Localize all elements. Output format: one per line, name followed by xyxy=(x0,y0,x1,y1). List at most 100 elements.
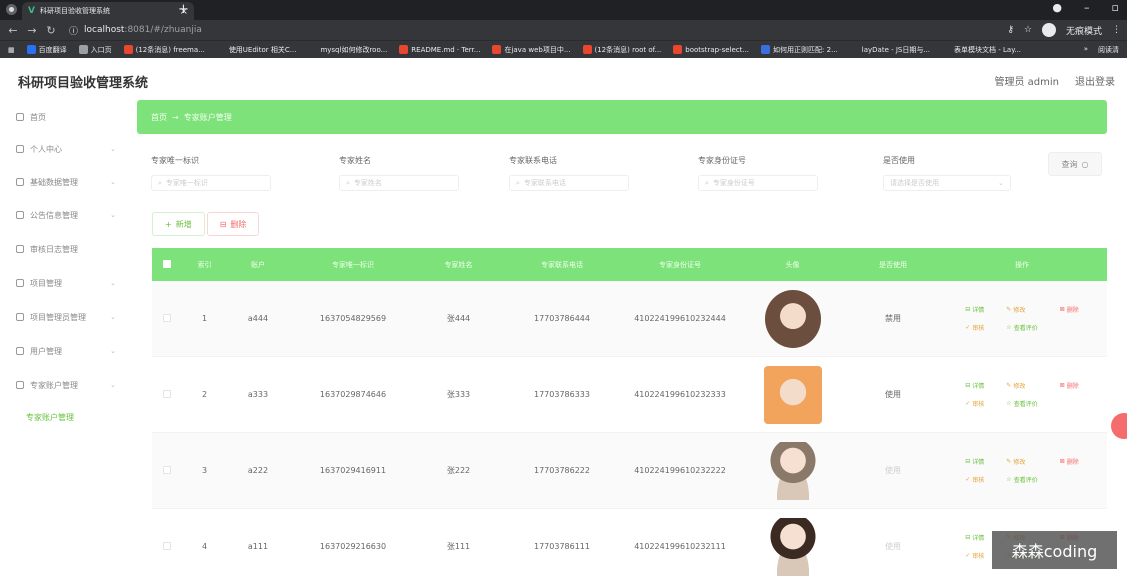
filter-label: 是否使用 xyxy=(883,156,915,165)
address-bar: ← → ↻ ⓘ localhost:8081/#/zhuanjia ⚷ ☆ 无痕… xyxy=(0,20,1127,40)
row-action-button[interactable]: ✓ 审核 xyxy=(965,551,984,560)
row-action-label: 详情 xyxy=(972,307,985,314)
bookmark-label: (12条消息) freema... xyxy=(135,45,205,54)
incognito-label[interactable]: 无痕模式 xyxy=(1066,24,1102,37)
filter-group: 是否使用请选择是否使用 ⌄ xyxy=(883,155,1011,191)
filter-input[interactable]: ⌕ 专家身份证号 xyxy=(698,175,818,191)
key-icon[interactable]: ⚷ xyxy=(1007,25,1014,35)
bookmark-item[interactable]: layDate - JS日期与... xyxy=(849,45,930,55)
filter-input[interactable]: ⌕ 专家联系电话 xyxy=(509,175,629,191)
info-icon[interactable]: ⓘ xyxy=(69,24,78,37)
chrome-menu-icon[interactable] xyxy=(6,4,17,15)
record-icon[interactable]: ● xyxy=(1052,1,1062,14)
star-icon[interactable]: ☆ xyxy=(1024,25,1032,35)
row-id-number: 410224199610232222 xyxy=(634,465,726,475)
reading-list-link[interactable]: 阅读清 xyxy=(1098,45,1119,55)
add-button[interactable]: + 新增 xyxy=(152,212,205,236)
row-checkbox[interactable] xyxy=(152,313,182,324)
delete-button[interactable]: ⊟ 删除 xyxy=(206,212,260,236)
sidebar-item[interactable]: 个人中心 ⌄ xyxy=(16,142,116,156)
row-action-button[interactable]: ☆查看评价 xyxy=(1006,399,1037,408)
row-action-button[interactable]: ⊠删除 xyxy=(1060,305,1079,314)
row-action-button[interactable]: ☆查看评价 xyxy=(1006,323,1037,332)
apps-icon[interactable]: ▦ xyxy=(8,46,15,54)
restore-icon[interactable]: ▫ xyxy=(1112,1,1119,14)
checkbox-box xyxy=(163,541,171,550)
star-icon: ☆ xyxy=(1006,324,1012,331)
file-icon: ⊟ xyxy=(965,306,971,313)
row-action-button[interactable]: ✎修改 xyxy=(1006,305,1037,314)
sidebar-item[interactable]: 审核日志管理 xyxy=(16,242,116,256)
row-action-label: 修改 xyxy=(1013,307,1026,314)
bookmark-item[interactable]: (12条消息) root of... xyxy=(582,45,661,55)
sidebar-item[interactable]: 用户管理 ⌄ xyxy=(16,344,116,358)
sidebar-item[interactable]: 基础数据管理 ⌄ xyxy=(16,175,116,189)
file-icon: ⊟ xyxy=(965,458,971,465)
checkbox-box xyxy=(163,313,171,322)
sidebar-item-label: 项目管理 xyxy=(30,278,62,288)
reload-icon[interactable]: ↻ xyxy=(44,24,58,37)
logout-link[interactable]: 退出登录 xyxy=(1075,73,1115,88)
row-action-button[interactable]: ✓ 审核 xyxy=(965,475,984,484)
bookmark-item[interactable]: (12条消息) freema... xyxy=(123,45,205,55)
browser-menu-icon[interactable]: ⋮ xyxy=(1112,25,1121,35)
filter-placeholder: 专家姓名 xyxy=(353,179,382,187)
back-icon[interactable]: ← xyxy=(6,24,20,37)
sidebar-item[interactable]: 专家账户管理 ⌄ xyxy=(16,378,116,392)
row-action-button[interactable]: ⊠删除 xyxy=(1060,457,1079,466)
browser-tab[interactable]: V 科研项目验收管理系统 × xyxy=(22,2,194,20)
forward-icon[interactable]: → xyxy=(25,24,39,37)
row-action-button[interactable]: ✓ 审核 xyxy=(965,323,984,332)
row-action-button[interactable]: ✎修改 xyxy=(1006,457,1037,466)
bookmarks-more-icon[interactable]: » xyxy=(1084,45,1088,55)
minimize-icon[interactable]: – xyxy=(1084,1,1090,14)
action-buttons: + 新增 ⊟ 删除 xyxy=(152,212,260,236)
bookmark-item[interactable]: 使用UEditor 相关C... xyxy=(216,45,296,55)
sidebar-item[interactable]: 项目管理 ⌄ xyxy=(16,276,116,290)
bookmark-item[interactable]: 如何用正则匹配: 2... xyxy=(761,45,838,55)
sidebar-item[interactable]: 公告信息管理 ⌄ xyxy=(16,208,116,222)
floating-assist-button[interactable] xyxy=(1111,413,1127,439)
incognito-icon[interactable] xyxy=(1041,23,1056,37)
window-controls: ● – ▫ xyxy=(1052,1,1119,14)
row-checkbox[interactable] xyxy=(152,541,182,552)
row-action-button[interactable]: ⊟ 详情 xyxy=(965,381,984,390)
check-icon: ✓ xyxy=(965,400,971,407)
bookmark-item[interactable]: README.md · Terr... xyxy=(399,45,480,54)
row-action-button[interactable]: ⊠删除 xyxy=(1060,381,1079,390)
sidebar-sub-item-active[interactable]: 专家账户管理 xyxy=(26,412,74,423)
row-action-button[interactable]: ⊟ 详情 xyxy=(965,457,984,466)
select-all-checkbox[interactable] xyxy=(152,259,182,270)
bookmark-item[interactable]: mysql如何修改roo... xyxy=(308,45,387,55)
row-actions: ⊟详情 ✎修改 ⊠删除 ✓审核 ☆查看评价 xyxy=(937,457,1107,484)
sidebar-item[interactable]: 项目管理员管理 ⌄ xyxy=(16,310,116,324)
row-action-button[interactable]: ✎修改 xyxy=(1006,381,1037,390)
row-id-number: 410224199610232444 xyxy=(634,313,726,323)
search-button[interactable]: 查询 ○ xyxy=(1048,152,1102,176)
expert-icon xyxy=(16,381,24,389)
row-action-button[interactable]: ✓ 审核 xyxy=(965,399,984,408)
filter-input[interactable]: ⌕ 专家姓名 xyxy=(339,175,459,191)
bookmark-item[interactable]: 入口页 xyxy=(78,45,112,55)
row-action-button[interactable]: ⊟ 详情 xyxy=(965,305,984,314)
bookmark-favicon-icon xyxy=(673,45,683,54)
bookmark-label: mysql如何修改roo... xyxy=(320,45,388,54)
row-action-button[interactable]: ⊟ 详情 xyxy=(965,533,984,542)
row-account: a333 xyxy=(247,390,269,399)
new-tab-icon[interactable]: + xyxy=(178,2,189,17)
table-row: 1 a444 1637054829569 张444 17703786444 4102241… xyxy=(152,281,1107,357)
row-checkbox[interactable] xyxy=(152,389,182,400)
breadcrumb-home[interactable]: 首页 xyxy=(151,112,167,123)
bookmark-item[interactable]: 百度翻译 xyxy=(26,45,67,55)
filter-input[interactable]: ⌕ 专家唯一标识 xyxy=(151,175,271,191)
bookmark-item[interactable]: 在java web项目中... xyxy=(492,45,571,55)
bookmark-item[interactable]: 表单模块文档 - Lay... xyxy=(942,45,1021,55)
star-icon: ☆ xyxy=(1006,400,1012,407)
bookmark-item[interactable]: bootstrap-select... xyxy=(673,45,749,54)
row-action-button[interactable]: ☆查看评价 xyxy=(1006,475,1037,484)
vue-favicon-icon: V xyxy=(28,6,35,16)
row-checkbox[interactable] xyxy=(152,465,182,476)
filter-select[interactable]: 请选择是否使用 ⌄ xyxy=(883,175,1011,191)
sidebar-item[interactable]: 首页 xyxy=(16,110,116,124)
url-input[interactable]: ⓘ localhost:8081/#/zhuanjia xyxy=(63,22,1003,38)
